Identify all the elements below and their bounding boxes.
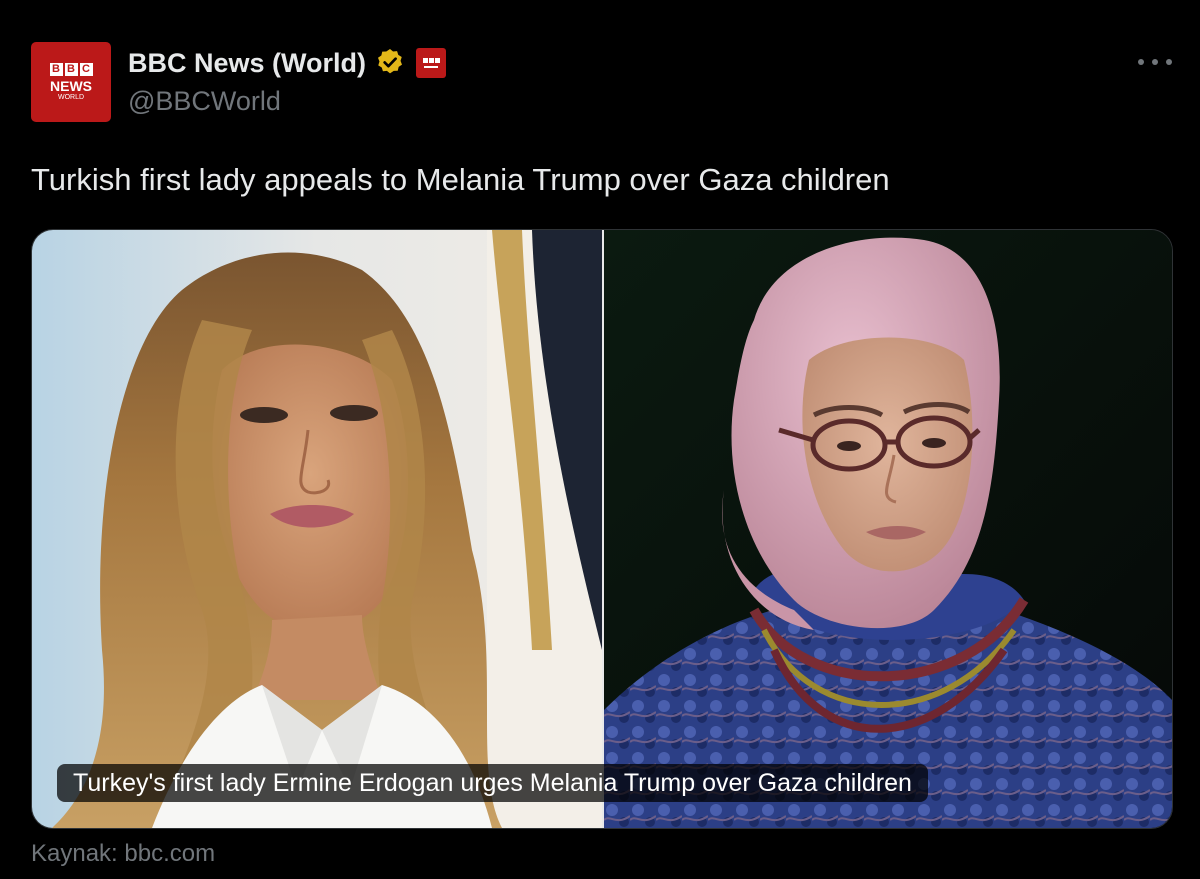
card-caption: Turkey's first lady Ermine Erdogan urges… — [57, 764, 928, 802]
avatar-news-label: NEWS — [50, 77, 92, 94]
bbc-block: B — [49, 62, 63, 76]
author-handle[interactable]: @BBCWorld — [128, 86, 281, 117]
author-avatar[interactable]: B B C NEWS WORLD — [31, 42, 111, 122]
bbc-block: C — [79, 62, 93, 76]
tweet-text: Turkish first lady appeals to Melania Tr… — [31, 162, 890, 197]
photo-woman-pink-headscarf-glasses — [604, 230, 1172, 828]
link-card[interactable]: Turkey's first lady Ermine Erdogan urges… — [31, 229, 1173, 829]
more-horizontal-icon[interactable] — [1138, 50, 1172, 74]
bbc-block: B — [64, 62, 78, 76]
author-name-row: BBC News (World) — [128, 44, 447, 82]
bbc-news-affiliate-icon[interactable] — [416, 48, 447, 78]
bbc-logo-blocks: B B C — [49, 62, 93, 76]
avatar-world-label: WORLD — [57, 93, 85, 101]
photo-woman-blonde-hair-white-shirt — [32, 230, 602, 828]
card-source-link[interactable]: Kaynak: bbc.com — [31, 838, 215, 870]
gold-verified-icon[interactable] — [374, 47, 406, 79]
author-display-name[interactable]: BBC News (World) — [128, 48, 366, 79]
